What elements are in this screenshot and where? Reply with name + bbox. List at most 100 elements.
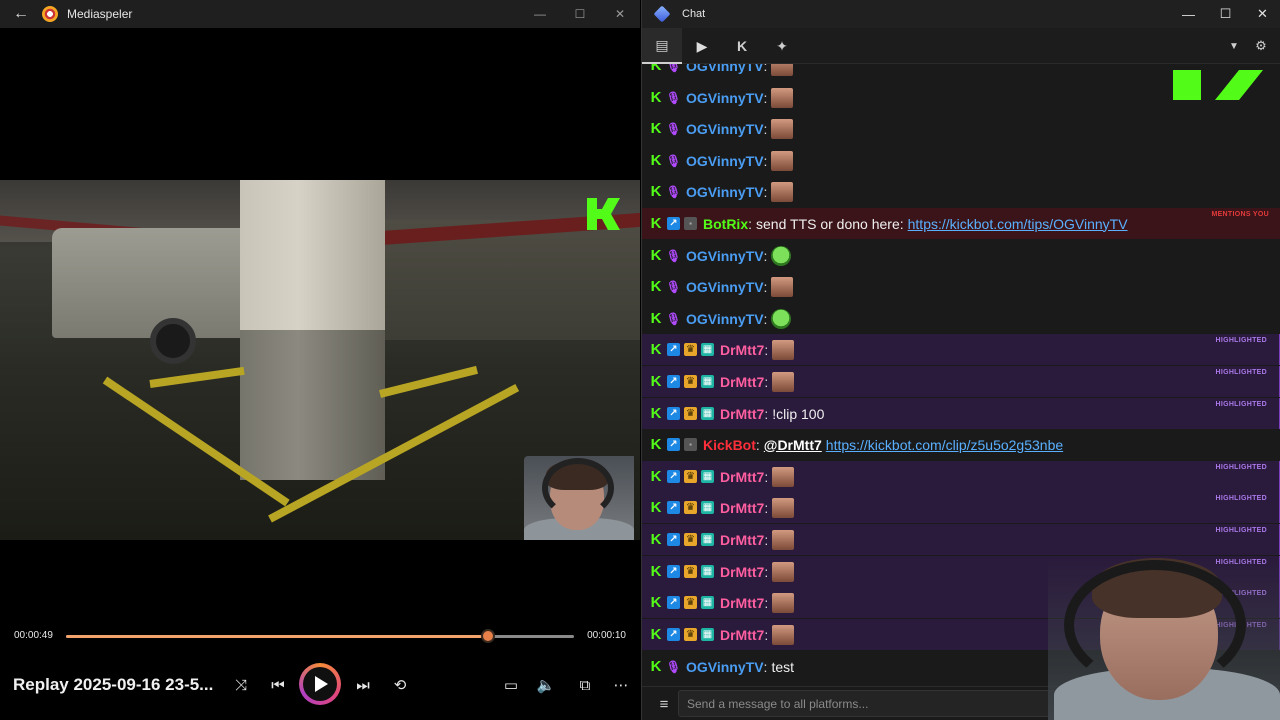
crown-badge-icon: ♛ [684,470,697,483]
chat-message[interactable]: K 🎙 OGVinnyTV: [642,271,1280,302]
maximize-icon[interactable]: ☐ [560,0,600,28]
chat-username[interactable]: DrMtt7 [720,595,764,611]
repeat-icon[interactable]: ⟲ [387,672,413,698]
broadcaster-mic-icon: 🎙 [665,311,682,326]
next-track-icon[interactable]: ⏭ [350,672,376,698]
broadcaster-mic-icon: 🎙 [665,153,682,168]
chat-username[interactable]: OGVinnyTV [686,248,764,264]
kick-platform-icon: K [650,499,662,516]
volume-icon[interactable]: 🔈 [533,672,559,698]
chat-username[interactable]: KickBot [703,437,756,453]
chat-message[interactable]: K ↗ ♛ ▦ DrMtt7: HIGHLIGHTED [642,524,1280,555]
chat-message[interactable]: K ↗ ♛ ▦ DrMtt7: HIGHLIGHTED [642,492,1280,523]
filter-icon[interactable]: ▼ [1221,28,1247,64]
shuffle-icon[interactable]: ⤨ [228,672,254,698]
highlighted-tag: HIGHLIGHTED [1215,464,1267,471]
chat-separator: : [763,64,768,74]
previous-track-icon[interactable]: ⏮ [265,672,291,698]
highlighted-tag: HIGHLIGHTED [1215,401,1267,408]
tab-chat-icon[interactable]: ▤ [642,28,682,64]
crown-badge-icon: ♛ [684,375,697,388]
video-frame[interactable] [0,180,640,540]
miniplayer-icon[interactable]: ⧉ [572,672,598,698]
chat-username[interactable]: OGVinnyTV [686,311,764,327]
bot-badge-icon: ▪ [684,217,697,230]
chat-username[interactable]: OGVinnyTV [686,184,764,200]
chat-message[interactable]: K 🎙 OGVinnyTV: [642,145,1280,176]
minimize-icon[interactable]: — [520,0,560,28]
close-icon[interactable]: ✕ [1244,0,1280,28]
chat-username[interactable]: OGVinnyTV [686,90,764,106]
minimize-icon[interactable]: — [1170,0,1207,28]
chat-separator: : [764,373,769,390]
chat-window-controls: — ☐ ✕ [1170,0,1280,28]
chat-username[interactable]: OGVinnyTV [686,279,764,295]
chat-username[interactable]: DrMtt7 [720,627,764,643]
captions-icon[interactable]: ▭ [498,672,524,698]
verified-badge-icon: ↗ [667,628,680,641]
chat-separator: : [763,89,768,106]
tab-youtube-icon[interactable]: ▶ [682,28,722,64]
chat-separator: : [764,341,769,358]
kick-platform-icon: K [650,405,662,422]
kick-platform-icon: K [650,658,662,675]
kick-platform-icon: K [650,310,662,327]
chat-message[interactable]: K ↗ ♛ ▦ DrMtt7: HIGHLIGHTED [642,334,1280,365]
chat-username[interactable]: DrMtt7 [720,564,764,580]
chat-message[interactable]: K 🎙 OGVinnyTV: [642,176,1280,207]
chat-username[interactable]: DrMtt7 [720,532,764,548]
chat-username[interactable]: DrMtt7 [720,374,764,390]
chat-message[interactable]: K 🎙 OGVinnyTV: [642,240,1280,271]
media-player-app-icon [42,6,58,22]
green-emote-icon [771,245,792,266]
tab-ai-sparkle-icon[interactable]: ✦ [762,28,802,64]
chat-message[interactable]: K ↗ ▪ BotRix: send TTS or dono here: https://… [642,208,1280,239]
media-player-window: ← Mediaspeler — ☐ ✕ 00:00:49 00:00:10 Re… [0,0,640,720]
streamer-webcam-overlay [524,456,634,540]
kick-platform-icon: K [650,152,662,169]
mentions-you-tag: MENTIONS YOU [1211,211,1269,218]
menu-icon[interactable]: ≡ [650,691,678,717]
kick-platform-icon: K [650,247,662,264]
chat-message[interactable]: K 🎙 OGVinnyTV: [642,113,1280,144]
chat-link[interactable]: https://kickbot.com/tips/OGVinnyTV [908,216,1128,232]
chat-user-mention[interactable]: @DrMtt7 [764,437,822,453]
face-emote-icon [772,592,795,613]
chat-username[interactable]: BotRix [703,216,748,232]
chat-separator: : [763,658,768,675]
seek-thumb[interactable] [480,629,495,643]
face-emote-icon [771,150,794,171]
tab-kick-icon[interactable]: K [722,28,762,64]
chat-message[interactable]: K ↗ ♛ ▦ DrMtt7: HIGHLIGHTED [642,366,1280,397]
chat-app-icon [653,5,671,23]
settings-gear-icon[interactable]: ⚙ [1248,28,1274,64]
seek-slider[interactable] [66,629,574,643]
chat-username[interactable]: DrMtt7 [720,342,764,358]
chat-message[interactable]: K ↗ ♛ ▦ DrMtt7: HIGHLIGHTED [642,461,1280,492]
chat-username[interactable]: DrMtt7 [720,500,764,516]
chat-username[interactable]: DrMtt7 [720,469,764,485]
chat-link[interactable]: https://kickbot.com/clip/z5u5o2g53nbe [826,437,1063,453]
chat-message-text: send TTS or dono here: [756,215,904,232]
back-arrow-icon[interactable]: ← [0,0,42,28]
chat-username[interactable]: OGVinnyTV [686,659,764,675]
chat-username[interactable]: OGVinnyTV [686,64,764,74]
kick-logo-icon [587,198,620,230]
broadcaster-mic-icon: 🎙 [665,64,682,73]
chat-separator: : [764,531,769,548]
chat-message[interactable]: K ↗ ▪ KickBot: @DrMtt7 https://kickbot.com/cl… [642,429,1280,460]
chat-username[interactable]: OGVinnyTV [686,121,764,137]
play-button[interactable] [299,663,341,705]
chat-message[interactable]: K ↗ ♛ ▦ DrMtt7: !clip 100 HIGHLIGHTED [642,398,1280,429]
chat-username[interactable]: DrMtt7 [720,406,764,422]
face-emote-icon [771,118,794,139]
face-emote-icon [772,561,795,582]
close-icon[interactable]: ✕ [600,0,640,28]
gift-badge-icon: ▦ [701,470,714,483]
chat-username[interactable]: OGVinnyTV [686,153,764,169]
chat-message[interactable]: K 🎙 OGVinnyTV: [642,303,1280,334]
more-options-icon[interactable]: ⋯ [608,672,634,698]
maximize-icon[interactable]: ☐ [1207,0,1244,28]
chat-separator: : [763,152,768,169]
headphones-icon [1064,560,1246,690]
